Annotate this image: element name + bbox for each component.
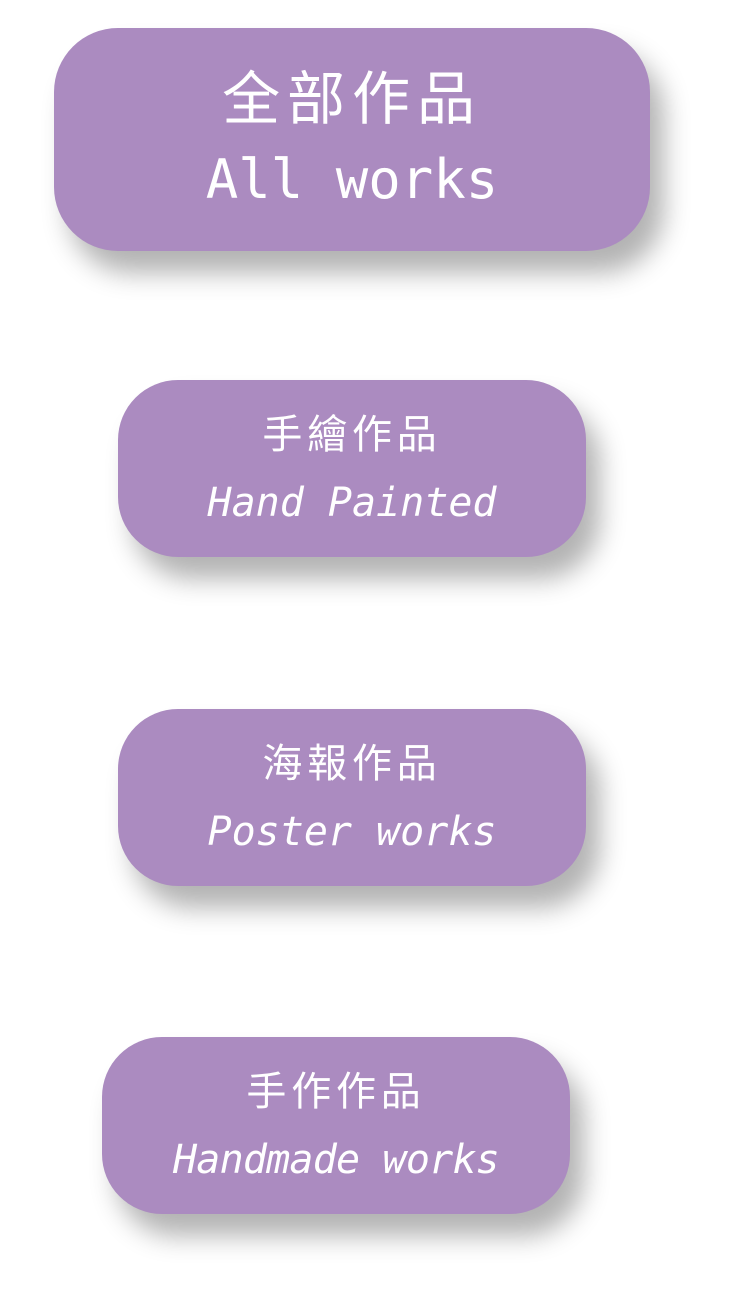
hand-painted-button[interactable]: 手繪作品 Hand Painted: [118, 380, 586, 557]
hand-painted-en-label: Hand Painted: [207, 479, 497, 526]
handmade-works-en-label: Handmade works: [173, 1136, 500, 1183]
poster-works-button[interactable]: 海報作品 Poster works: [118, 709, 586, 886]
all-works-button[interactable]: 全部作品 All works: [54, 28, 650, 251]
poster-works-en-label: Poster works: [207, 808, 497, 855]
hand-painted-zh-label: 手繪作品: [262, 411, 442, 458]
all-works-zh-label: 全部作品: [222, 64, 482, 133]
handmade-works-button[interactable]: 手作作品 Handmade works: [102, 1037, 570, 1214]
poster-works-zh-label: 海報作品: [262, 740, 442, 787]
handmade-works-zh-label: 手作作品: [246, 1068, 426, 1115]
all-works-en-label: All works: [205, 147, 499, 211]
